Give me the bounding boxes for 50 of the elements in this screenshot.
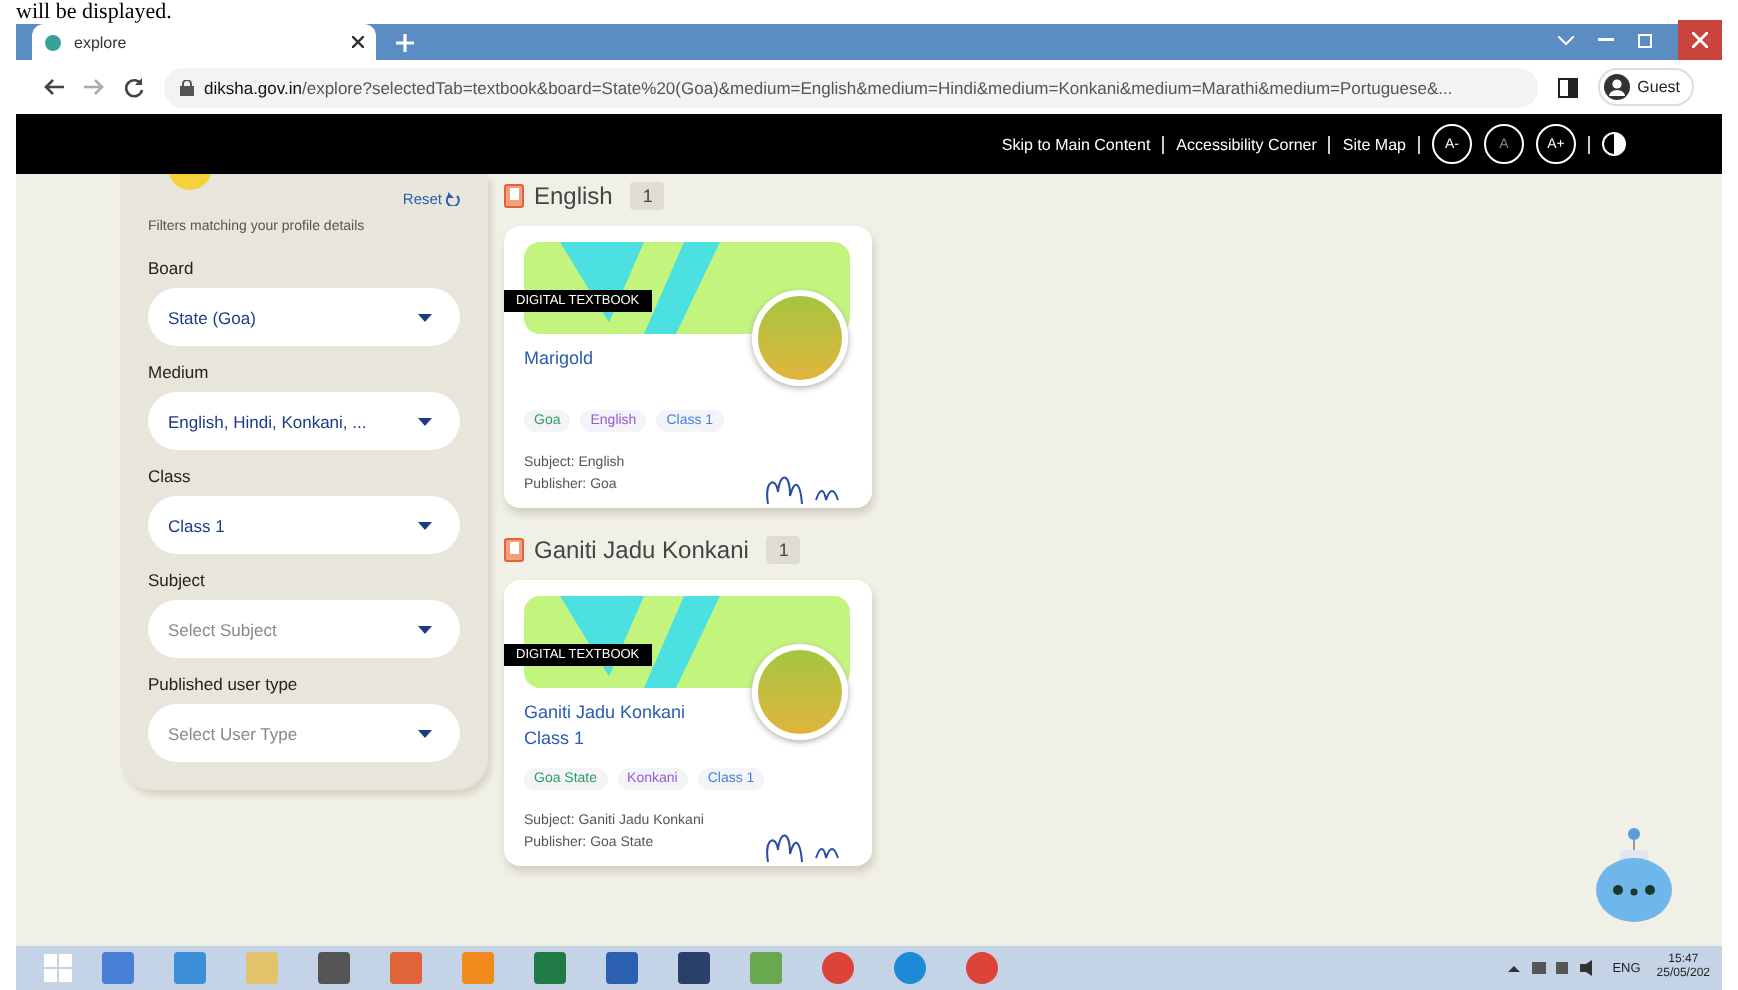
close-tab-icon[interactable]	[352, 36, 364, 48]
filter-dropdown[interactable]: Select Subject	[148, 600, 460, 658]
filter-label: Published user type	[148, 674, 300, 694]
close-window-button[interactable]	[1678, 20, 1722, 60]
profile-button[interactable]: Guest	[1597, 68, 1694, 106]
filter-label: Class	[148, 466, 193, 486]
windows-start-icon[interactable]	[44, 954, 72, 982]
new-tab-icon[interactable]	[396, 33, 414, 51]
dropdown-caret-icon	[418, 521, 432, 529]
back-arrow-icon[interactable]	[44, 78, 64, 96]
header-link[interactable]: Accessibility Corner	[1176, 135, 1317, 153]
filter-label: Medium	[148, 362, 211, 382]
browser-tab[interactable]: explore	[32, 24, 376, 60]
section-count: 1	[630, 182, 665, 210]
header-link[interactable]: Site Map	[1342, 135, 1406, 153]
reset-arrow-icon	[446, 192, 460, 206]
section-title: Ganiti Jadu Konkani	[534, 536, 749, 565]
filter-dropdown[interactable]: English, Hindi, Konkani, ...	[148, 392, 460, 450]
dropdown-caret-icon	[418, 417, 432, 425]
robot-assistant-icon[interactable]	[1590, 826, 1678, 926]
address-field[interactable]: diksha.gov.in/explore?selectedTab=textbook&board=State%20(Goa)&medium=English&medium=Hindi&medium=Konkani&medium=Marathi&medium=Portuguese&...	[164, 67, 1538, 107]
lock-icon	[180, 79, 194, 95]
book-cover-thumbnail	[752, 290, 848, 386]
filter-label: Board	[148, 258, 196, 278]
filter-label: Subject	[148, 570, 207, 590]
card-title[interactable]: Marigold	[524, 346, 728, 394]
minimize-icon[interactable]	[1598, 38, 1614, 42]
side-panel-icon[interactable]	[1557, 77, 1578, 97]
header-link[interactable]: Skip to Main Content	[1001, 135, 1151, 153]
dropdown-caret-icon	[418, 313, 432, 321]
reload-icon[interactable]	[124, 77, 144, 97]
site-logo-icon	[44, 33, 62, 51]
forward-arrow-icon[interactable]	[84, 78, 104, 96]
restore-icon[interactable]	[1638, 32, 1654, 48]
close-icon	[1692, 32, 1708, 48]
card-title[interactable]: Ganiti Jadu Konkani Class 1	[524, 700, 728, 752]
tab-list-caret-icon[interactable]	[1558, 35, 1574, 45]
filter-dropdown[interactable]: Class 1	[148, 496, 460, 554]
section-title: English	[534, 182, 613, 210]
contrast-icon[interactable]	[1602, 132, 1626, 156]
dropdown-caret-icon	[418, 625, 432, 633]
tray-icons[interactable]	[1508, 960, 1597, 976]
book-icon	[504, 184, 524, 208]
section-count: 1	[766, 536, 801, 565]
avatar-icon	[1603, 74, 1630, 100]
dropdown-caret-icon	[418, 729, 432, 737]
filter-dropdown[interactable]: Select User Type	[148, 704, 460, 762]
document-text: will be displayed.	[14, 0, 174, 24]
book-icon	[504, 538, 524, 563]
filter-dropdown[interactable]: State (Goa)	[148, 288, 460, 346]
